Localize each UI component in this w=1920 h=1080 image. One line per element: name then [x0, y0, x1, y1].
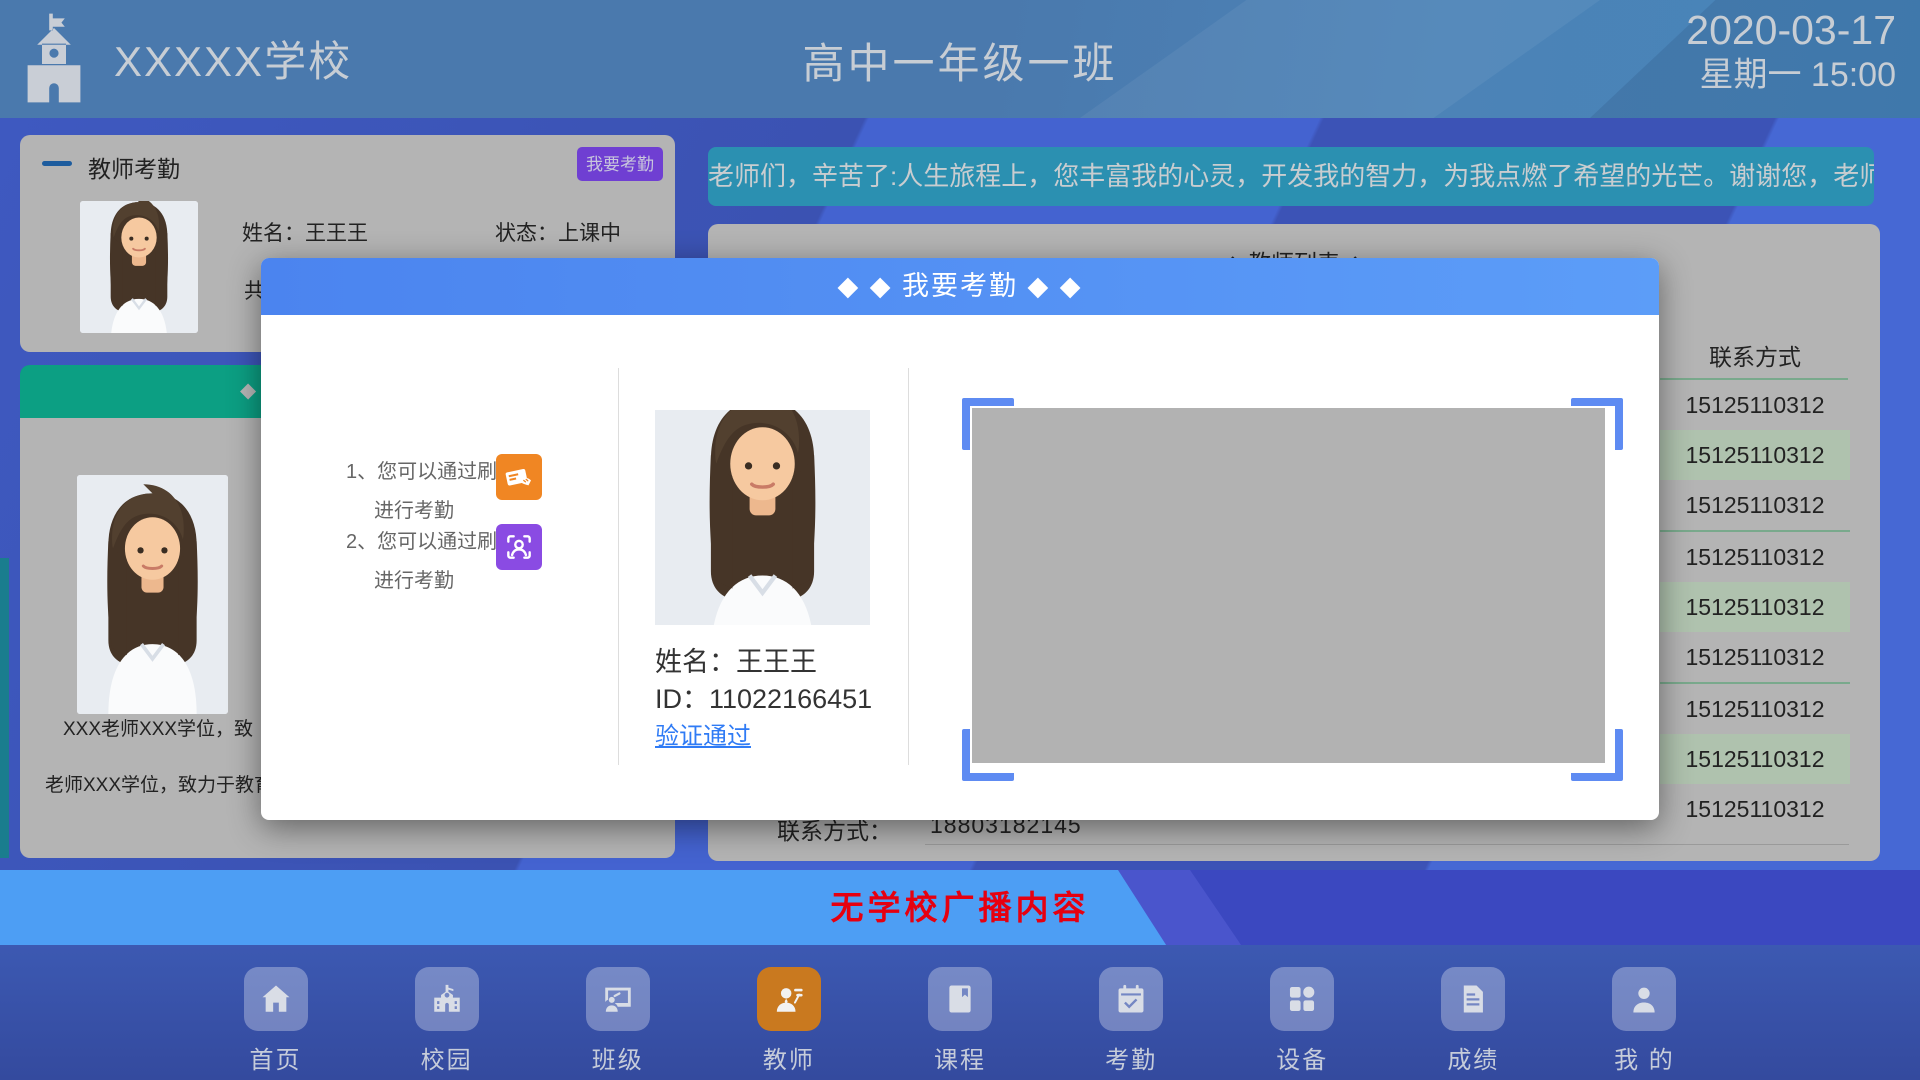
- nav-item-mine[interactable]: 我 的: [1559, 945, 1730, 1080]
- teacher-status: 状态：上课中: [495, 217, 621, 247]
- contact-cell: 15125110312: [1660, 684, 1850, 734]
- score-icon: [1441, 967, 1505, 1031]
- verify-passed-link[interactable]: 验证通过: [655, 716, 751, 751]
- teacher-portrait: [77, 475, 228, 714]
- nav-item-device[interactable]: 设备: [1217, 945, 1388, 1080]
- camera-corner-bracket: [1571, 729, 1623, 781]
- nav-item-attendance[interactable]: 考勤: [1046, 945, 1217, 1080]
- broadcast-strip: 无学校广播内容: [0, 870, 1920, 945]
- face-scan-icon: [496, 524, 542, 570]
- divider-line: [618, 368, 619, 765]
- contact-cell: 15125110312: [1660, 380, 1850, 430]
- attendance-icon: [1099, 967, 1163, 1031]
- contact-cell: 15125110312: [1660, 734, 1850, 784]
- camera-corner-bracket: [1571, 398, 1623, 450]
- contact-column: 联系方式 15125110312 15125110312 15125110312…: [1660, 336, 1850, 834]
- diamond-icon: ◆: [240, 378, 256, 403]
- home-icon: [244, 967, 308, 1031]
- divider-line: [925, 844, 1849, 845]
- date-text: 2020-03-17: [1686, 6, 1896, 54]
- verified-id: ID：11022166451: [655, 677, 872, 716]
- contact-column-header: 联系方式: [1660, 336, 1850, 378]
- verified-teacher-photo: [655, 410, 870, 625]
- instruction-2-line1: 2、您可以通过刷脸: [346, 525, 517, 554]
- camera-corner-bracket: [962, 398, 1014, 450]
- nav-item-course[interactable]: 课程: [874, 945, 1045, 1080]
- card-swipe-icon: [496, 454, 542, 500]
- modal-title: ◆ ◆ 我要考勤 ◆ ◆: [261, 258, 1659, 315]
- bottom-nav: 首页 校园 班级: [0, 945, 1920, 1080]
- datetime: 2020-03-17 星期一 15:00: [1686, 6, 1896, 96]
- smart-class-board-screen: XXXXX学校 高中一年级一班 2020-03-17 星期一 15:00 教师考…: [0, 0, 1920, 1080]
- header: XXXXX学校 高中一年级一班 2020-03-17 星期一 15:00: [0, 0, 1920, 118]
- contact-cell: 15125110312: [1660, 480, 1850, 532]
- title-dash-icon: [42, 161, 72, 166]
- teacher-photo: [80, 201, 198, 333]
- divider-line: [908, 368, 909, 765]
- nav-item-teacher[interactable]: 教师: [703, 945, 874, 1080]
- instruction-2-line2: 进行考勤: [374, 564, 454, 593]
- campus-icon: [415, 967, 479, 1031]
- class-icon: [586, 967, 650, 1031]
- class-name: 高中一年级一班: [0, 30, 1920, 91]
- attendance-modal: ◆ ◆ 我要考勤 ◆ ◆ 1、您可以通过刷卡 进行考勤 2、您可以通过刷脸 进行…: [261, 258, 1659, 820]
- contact-cell: 15125110312: [1660, 632, 1850, 684]
- attend-button[interactable]: 我要考勤: [577, 147, 663, 181]
- greeting-banner: 老师们，辛苦了:人生旅程上，您丰富我的心灵，开发我的智力，为我点燃了希望的光芒。…: [708, 147, 1874, 206]
- teacher-name: 姓名：王王王: [242, 217, 368, 247]
- contact-cell: 15125110312: [1660, 784, 1850, 834]
- profile-text-line2: 老师XXX学位，致力于教育: [45, 770, 273, 797]
- course-icon: [928, 967, 992, 1031]
- camera-corner-bracket: [962, 729, 1014, 781]
- profile-text-line1: XXX老师XXX学位，致: [63, 714, 253, 741]
- broadcast-text: 无学校广播内容: [0, 870, 1920, 945]
- instruction-1-line2: 进行考勤: [374, 494, 454, 523]
- camera-preview-area: [972, 408, 1605, 763]
- teacher-icon: [757, 967, 821, 1031]
- teal-accent-strip: [0, 558, 9, 858]
- device-icon: [1270, 967, 1334, 1031]
- contact-cell: 15125110312: [1660, 430, 1850, 480]
- weekday-time-text: 星期一 15:00: [1686, 54, 1896, 96]
- verified-name: 姓名：王王王: [655, 640, 817, 679]
- nav-item-campus[interactable]: 校园: [361, 945, 532, 1080]
- nav-item-home[interactable]: 首页: [190, 945, 361, 1080]
- panel-title: 教师考勤: [88, 150, 180, 184]
- nav-item-class[interactable]: 班级: [532, 945, 703, 1080]
- contact-cell: 15125110312: [1660, 532, 1850, 582]
- contact-cell: 15125110312: [1660, 582, 1850, 632]
- mine-icon: [1612, 967, 1676, 1031]
- instruction-1-line1: 1、您可以通过刷卡: [346, 455, 517, 484]
- nav-item-score[interactable]: 成绩: [1388, 945, 1559, 1080]
